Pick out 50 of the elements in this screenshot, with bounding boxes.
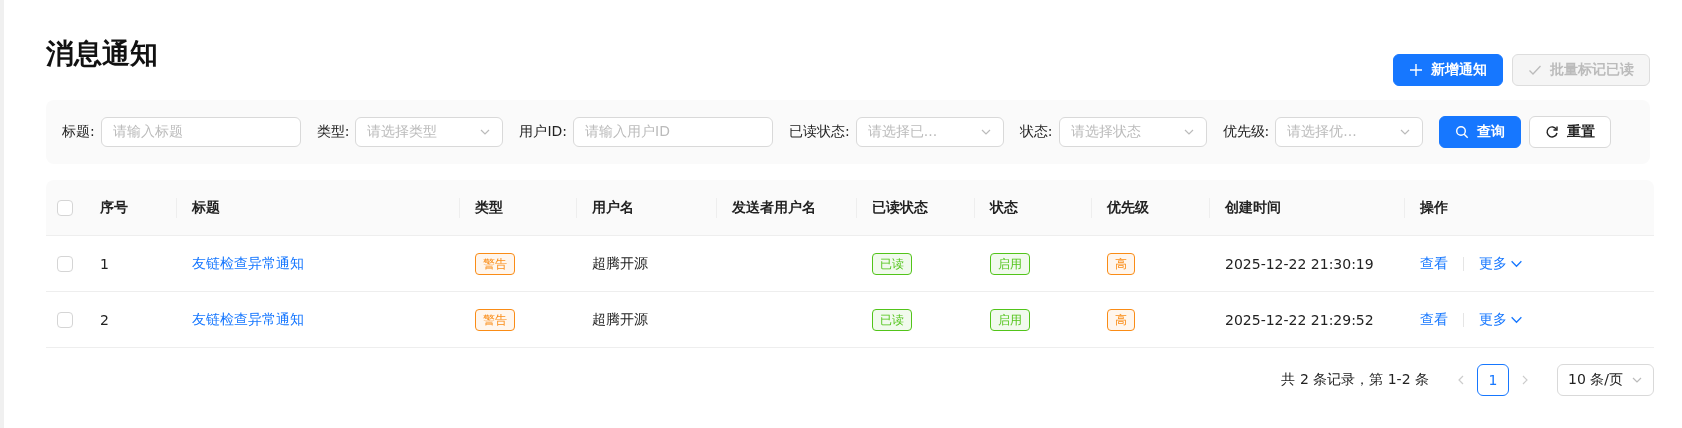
plus-icon bbox=[1409, 63, 1423, 77]
search-icon bbox=[1455, 125, 1470, 139]
filter-label: 类型: bbox=[316, 123, 350, 141]
refresh-icon bbox=[1545, 125, 1560, 139]
check-icon bbox=[1528, 63, 1542, 77]
more-link[interactable]: 更多 bbox=[1479, 310, 1523, 329]
filter-label: 用户ID: bbox=[519, 123, 568, 141]
record-summary: 共 2 条记录，第 1-2 条 bbox=[1281, 371, 1429, 389]
title-link[interactable]: 友链检查异常通知 bbox=[192, 254, 304, 273]
column-header: 发送者用户名 bbox=[732, 198, 816, 217]
table-cell: 2025-12-22 21:29:52 bbox=[1225, 311, 1374, 328]
page-button[interactable]: 1 bbox=[1477, 364, 1509, 396]
type-tag: 警告 bbox=[475, 308, 515, 331]
view-link[interactable]: 查看 bbox=[1420, 254, 1448, 273]
column-header: 序号 bbox=[100, 198, 128, 217]
status-tag: 启用 bbox=[990, 252, 1030, 275]
priority-tag: 高 bbox=[1107, 252, 1135, 275]
table-cell: 超腾开源 bbox=[592, 310, 648, 329]
filter-label: 已读状态: bbox=[789, 123, 850, 141]
column-header: 状态 bbox=[990, 198, 1018, 217]
filter-label: 标题: bbox=[62, 123, 95, 141]
column-header: 标题 bbox=[192, 198, 220, 217]
column-header: 操作 bbox=[1420, 198, 1448, 217]
page-title: 消息通知 bbox=[46, 36, 158, 72]
title-link[interactable]: 友链检查异常通知 bbox=[192, 310, 304, 329]
status-tag: 启用 bbox=[990, 308, 1030, 331]
column-header: 已读状态 bbox=[872, 198, 928, 217]
select-all-checkbox[interactable] bbox=[57, 199, 73, 216]
row-checkbox[interactable] bbox=[57, 255, 73, 272]
action-button[interactable]: 新增通知 bbox=[1393, 54, 1503, 86]
priority-tag: 高 bbox=[1107, 308, 1135, 331]
filter-label: 状态: bbox=[1019, 123, 1053, 141]
table-cell: 2 bbox=[100, 311, 109, 328]
table-cell: 2025-12-22 21:30:19 bbox=[1225, 255, 1374, 272]
read-status-tag: 已读 bbox=[872, 308, 912, 331]
read-status-tag: 已读 bbox=[872, 252, 912, 275]
page-size-select[interactable]: 10 条/页 bbox=[1557, 364, 1654, 396]
view-link[interactable]: 查看 bbox=[1420, 310, 1448, 329]
column-header: 用户名 bbox=[592, 198, 634, 217]
filter-label: 优先级: bbox=[1222, 123, 1270, 141]
row-checkbox[interactable] bbox=[57, 311, 73, 328]
type-tag: 警告 bbox=[475, 252, 515, 275]
column-header: 类型 bbox=[475, 198, 503, 217]
column-header: 优先级 bbox=[1107, 198, 1149, 217]
table-cell: 超腾开源 bbox=[592, 254, 648, 273]
table-cell: 1 bbox=[100, 255, 109, 272]
filter-button[interactable]: 重置 bbox=[1529, 116, 1612, 148]
filter-button[interactable]: 查询 bbox=[1439, 116, 1522, 148]
column-header: 创建时间 bbox=[1225, 198, 1281, 217]
more-link[interactable]: 更多 bbox=[1479, 254, 1523, 273]
